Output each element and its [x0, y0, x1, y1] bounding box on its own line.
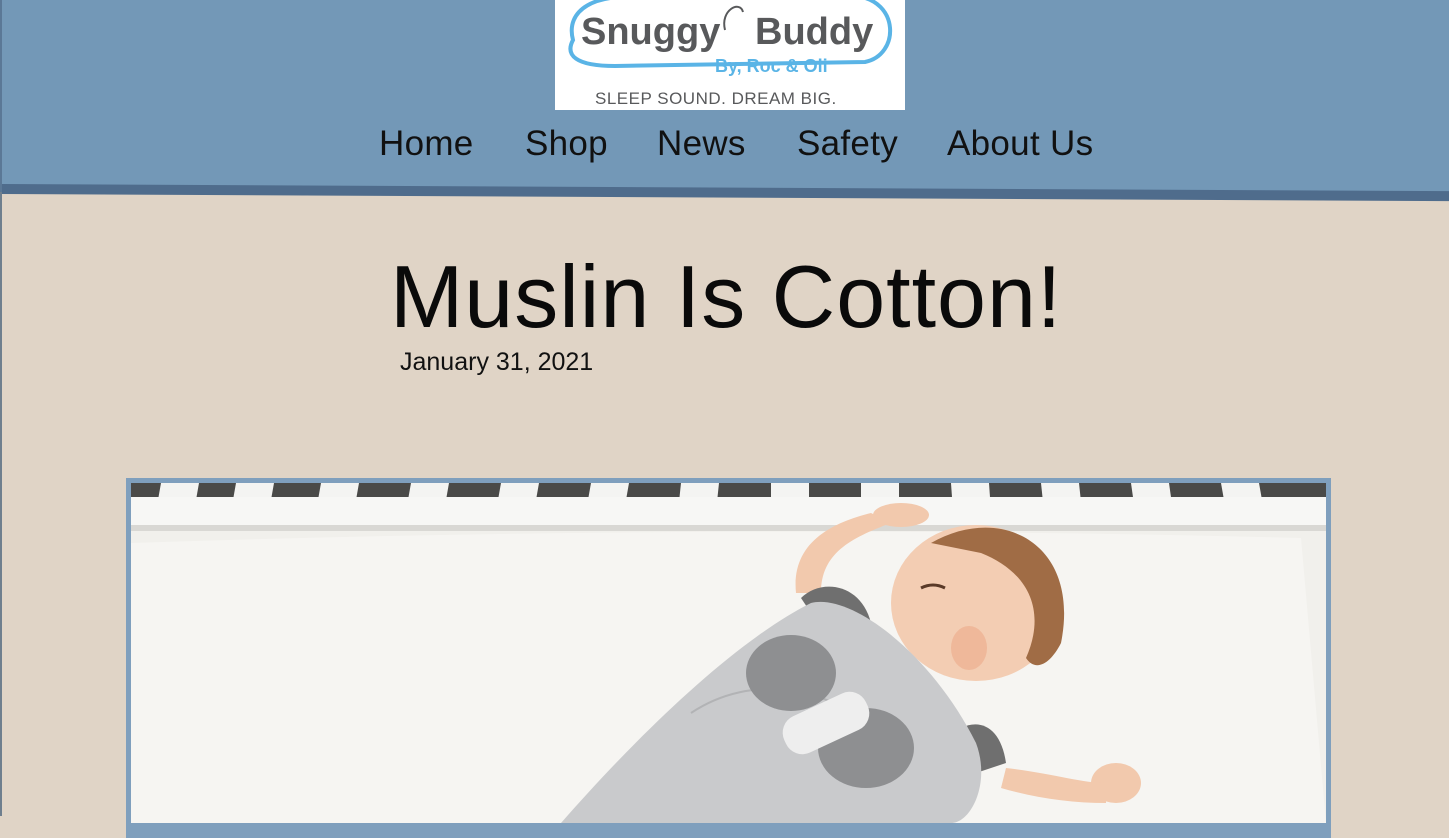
nav-shop[interactable]: Shop — [525, 124, 608, 164]
logo-tagline: SLEEP SOUND. DREAM BIG. — [595, 89, 837, 108]
article-image — [131, 483, 1326, 823]
main-nav: Home Shop News Safety About Us — [2, 124, 1449, 174]
logo-byline: By, Roc & Oli — [715, 56, 828, 76]
nav-home[interactable]: Home — [379, 124, 474, 164]
site-logo[interactable]: Snuggy Buddy By, Roc & Oli SLEEP SOUND. … — [555, 0, 905, 110]
logo-name-1: Snuggy — [581, 11, 720, 53]
nav-about-us[interactable]: About Us — [947, 124, 1093, 164]
logo-name-2: Buddy — [755, 11, 873, 53]
site-header: Snuggy Buddy By, Roc & Oli SLEEP SOUND. … — [0, 0, 1449, 192]
nav-safety[interactable]: Safety — [797, 124, 898, 164]
article-date: January 31, 2021 — [400, 348, 594, 376]
sleeping-baby-image — [131, 483, 1326, 823]
nav-news[interactable]: News — [657, 124, 746, 164]
article-title: Muslin Is Cotton! — [390, 247, 1063, 346]
logo-graphic: Snuggy Buddy By, Roc & Oli SLEEP SOUND. … — [568, 0, 892, 108]
page-left-edge — [0, 192, 2, 816]
